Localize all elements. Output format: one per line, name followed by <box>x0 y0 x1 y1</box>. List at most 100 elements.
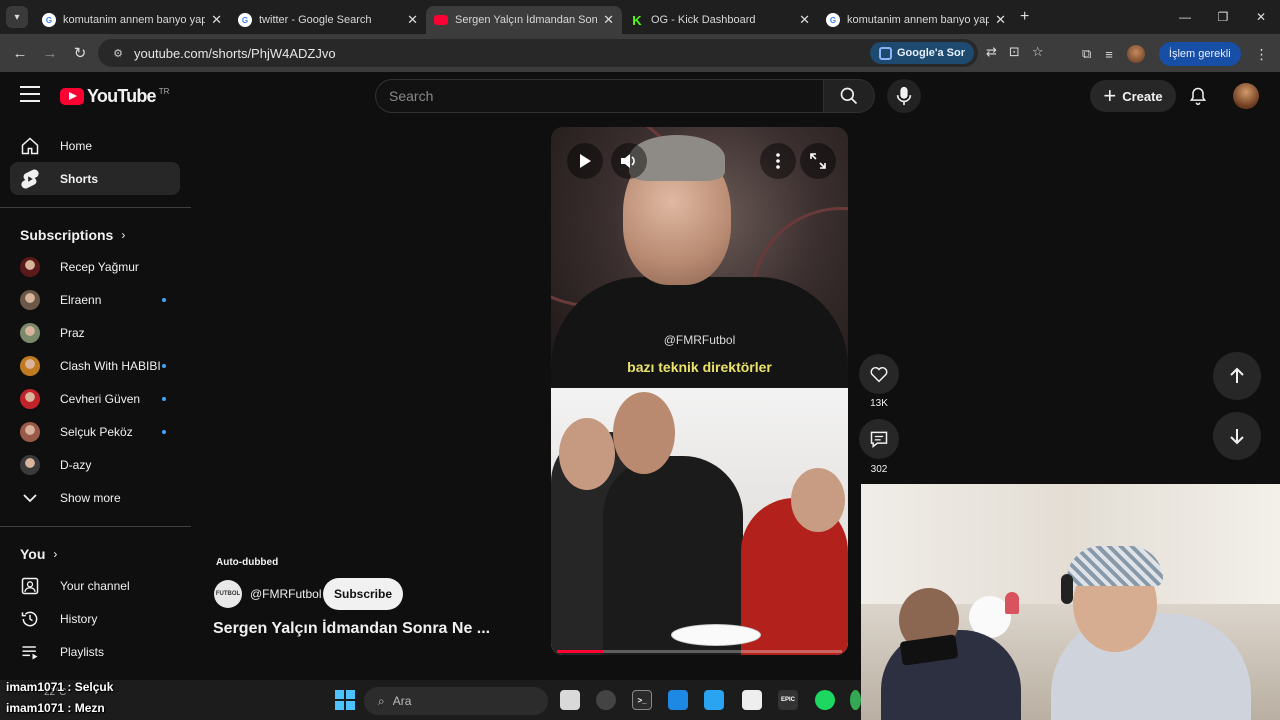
sidebar-divider <box>0 526 191 527</box>
close-tab-icon[interactable]: ✕ <box>799 12 810 28</box>
address-bar[interactable]: ⚙ youtube.com/shorts/PhjW4ADZJvo Google'… <box>98 39 978 67</box>
search-button[interactable] <box>823 79 875 113</box>
minimize-button[interactable]: — <box>1166 10 1204 24</box>
app-icon[interactable] <box>742 690 762 710</box>
vscode-icon[interactable] <box>668 690 688 710</box>
channel-name[interactable]: @FMRFutbol <box>250 587 322 601</box>
google-favicon-icon: G <box>826 13 840 27</box>
voice-search-button[interactable] <box>887 79 921 113</box>
channel-avatar[interactable]: FUTBOL <box>214 580 242 608</box>
sidebar-item-history[interactable]: History <box>10 602 180 635</box>
video-progress-fill <box>557 650 603 653</box>
guide-menu-icon[interactable] <box>20 86 40 102</box>
translate-icon[interactable]: ⇄ <box>986 44 997 60</box>
terminal-icon[interactable]: >_ <box>632 690 652 710</box>
like-button[interactable] <box>859 354 899 394</box>
windows-start-icon[interactable] <box>335 690 355 710</box>
close-tab-icon[interactable]: ✕ <box>211 12 222 28</box>
new-content-dot <box>162 397 166 401</box>
new-tab-button[interactable]: + <box>1020 8 1029 26</box>
subscription-item[interactable]: Elraenn <box>10 283 180 316</box>
browser-tab[interactable]: Gkomutanim annem banyo yapt... ✕ <box>34 6 230 34</box>
comments-button[interactable] <box>859 419 899 459</box>
forward-button[interactable]: → <box>35 45 65 62</box>
stream-chat-line: imam1071 : Mezn <box>6 701 105 715</box>
file-explorer-icon[interactable] <box>560 690 580 710</box>
sidebar-item-your-channel[interactable]: Your channel <box>10 569 180 602</box>
profile-avatar[interactable] <box>1126 45 1145 63</box>
spotify-icon[interactable] <box>815 690 835 710</box>
chevron-down-icon <box>20 488 40 508</box>
tab-search-button[interactable]: ▾ <box>6 6 28 28</box>
window-controls: — ❐ ✕ <box>1166 0 1280 34</box>
account-avatar[interactable] <box>1233 83 1259 109</box>
country-code: TR <box>158 87 170 96</box>
chrome-canary-icon[interactable] <box>596 690 616 710</box>
browser-tab[interactable]: Gkomutanim annem banyo yapt... ✕ <box>818 6 1014 34</box>
show-more-label: Show more <box>60 490 121 505</box>
youtube-logo[interactable]: YouTube TR <box>60 86 169 107</box>
channel-avatar <box>20 454 40 475</box>
more-actions-button[interactable] <box>760 143 796 179</box>
bookmark-star-icon[interactable]: ☆ <box>1032 44 1044 60</box>
extensions-icon[interactable]: ⧉ <box>1082 46 1091 62</box>
subscription-item[interactable]: D-azy <box>10 448 180 481</box>
search-input[interactable]: Search <box>375 79 823 113</box>
close-tab-icon[interactable]: ✕ <box>603 12 614 28</box>
notifications-button[interactable] <box>1188 86 1208 111</box>
back-button[interactable]: ← <box>5 45 35 62</box>
google-lens-button[interactable]: Google'a Sor <box>869 42 974 64</box>
play-button[interactable] <box>567 143 603 179</box>
subscription-item[interactable]: Selçuk Peköz <box>10 415 180 448</box>
tab-title: komutanim annem banyo yapt... <box>847 14 990 26</box>
sidebar-item-label: Shorts <box>60 171 99 186</box>
install-icon[interactable]: ⊡ <box>1009 44 1020 60</box>
browser-menu-icon[interactable]: ⋮ <box>1255 46 1269 63</box>
previous-short-button[interactable] <box>1213 352 1261 400</box>
microsoft-store-icon[interactable] <box>704 690 724 710</box>
video-frame-bottom <box>551 388 848 655</box>
sidebar-item-home[interactable]: Home <box>10 129 180 162</box>
epic-games-icon[interactable]: EPIC <box>778 690 798 710</box>
video-progress-bar[interactable] <box>557 650 842 653</box>
volume-icon <box>621 154 635 168</box>
sidebar-item-shorts[interactable]: Shorts <box>10 162 180 195</box>
subscribe-button[interactable]: Subscribe <box>323 578 403 610</box>
youtube-favicon-icon <box>434 15 448 25</box>
maximize-button[interactable]: ❐ <box>1204 10 1242 24</box>
subscriptions-heading[interactable]: Subscriptions › <box>0 220 192 250</box>
media-controls-icon[interactable]: ≡ <box>1105 47 1113 62</box>
browser-tab[interactable]: Sergen Yalçın İdmandan Sonra... ✕ <box>426 6 622 34</box>
next-short-button[interactable] <box>1213 412 1261 460</box>
browser-tab[interactable]: Gtwitter - Google Search ✕ <box>230 6 426 34</box>
fullscreen-button[interactable] <box>800 143 836 179</box>
new-content-dot <box>162 430 166 434</box>
site-info-icon[interactable]: ⚙ <box>106 47 130 60</box>
channel-avatar <box>20 355 40 376</box>
short-title[interactable]: Sergen Yalçın İdmandan Sonra Ne ... <box>213 620 503 638</box>
taskbar-search[interactable]: ⌕ Ara <box>364 687 548 715</box>
arrow-down-icon <box>1230 429 1244 445</box>
microphone-icon <box>896 86 912 106</box>
action-required-button[interactable]: İşlem gerekli <box>1158 42 1241 66</box>
plus-icon: + <box>1103 83 1117 108</box>
reload-button[interactable]: ↻ <box>65 44 95 62</box>
subscription-item[interactable]: Recep Yağmur <box>10 250 180 283</box>
shorts-player[interactable]: @FMRFutbol bazı teknik direktörler <box>551 127 848 655</box>
chrome-icon[interactable] <box>850 690 861 710</box>
close-tab-icon[interactable]: ✕ <box>995 12 1006 28</box>
sidebar-item-playlists[interactable]: Playlists <box>10 635 180 668</box>
kebab-menu-icon <box>776 153 780 169</box>
close-window-button[interactable]: ✕ <box>1242 10 1280 24</box>
browser-tab[interactable]: K OG - Kick Dashboard ✕ <box>622 6 818 34</box>
close-tab-icon[interactable]: ✕ <box>407 12 418 28</box>
mute-button[interactable] <box>611 143 647 179</box>
subscription-item[interactable]: Cevheri Güven <box>10 382 180 415</box>
subscription-item[interactable]: Clash With HABIBI <box>10 349 180 382</box>
search-icon: ⌕ <box>378 693 385 708</box>
create-button[interactable]: + Create <box>1090 80 1176 112</box>
show-more-button[interactable]: Show more <box>10 481 180 514</box>
subscription-item[interactable]: Praz <box>10 316 180 349</box>
you-heading[interactable]: You › <box>0 539 192 569</box>
play-icon <box>580 154 591 168</box>
